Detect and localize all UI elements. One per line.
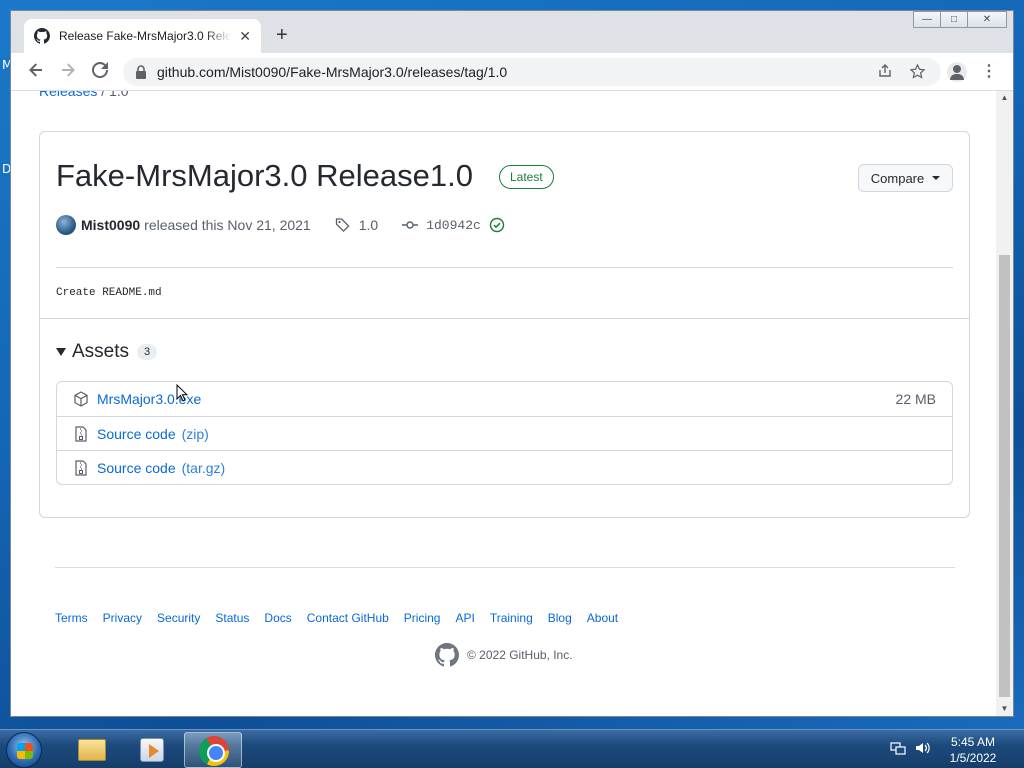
assets-list: MrsMajor3.0.exe 22 MB Source code (zip) … bbox=[56, 381, 953, 485]
github-logo-icon[interactable] bbox=[435, 643, 459, 667]
tag-link[interactable]: 1.0 bbox=[335, 217, 378, 233]
file-zip-icon bbox=[75, 459, 87, 476]
assets-toggle[interactable]: Assets 3 bbox=[56, 341, 158, 363]
footer-divider bbox=[55, 567, 955, 568]
latest-badge: Latest bbox=[499, 165, 554, 189]
close-window-button[interactable]: ✕ bbox=[967, 11, 1007, 28]
clock-time: 5:45 AM bbox=[950, 735, 996, 749]
assets-count-badge: 3 bbox=[137, 344, 158, 360]
profile-avatar-icon[interactable] bbox=[947, 62, 967, 82]
release-card: Fake-MrsMajor3.0 Release1.0 Latest Compa… bbox=[39, 131, 970, 518]
footer-link-security[interactable]: Security bbox=[157, 611, 200, 625]
footer-link-api[interactable]: API bbox=[455, 611, 474, 625]
footer-link-terms[interactable]: Terms bbox=[55, 611, 88, 625]
scroll-thumb[interactable] bbox=[999, 255, 1010, 697]
asset-row: Source code (tar.gz) bbox=[57, 450, 952, 484]
tag-label: 1.0 bbox=[358, 217, 379, 233]
breadcrumb-separator: / bbox=[101, 91, 106, 99]
footer-link-contact[interactable]: Contact GitHub bbox=[307, 611, 389, 625]
release-notes: Create README.md bbox=[56, 287, 162, 299]
network-icon[interactable] bbox=[890, 740, 906, 759]
kebab-menu-icon[interactable]: ⋮ bbox=[981, 62, 997, 82]
author-avatar[interactable] bbox=[56, 215, 76, 235]
tab-close-icon[interactable]: ✕ bbox=[239, 28, 251, 45]
browser-window: Release Fake-MrsMajor3.0 Release1.0 ✕ + … bbox=[10, 10, 1014, 717]
footer-link-privacy[interactable]: Privacy bbox=[103, 611, 142, 625]
back-arrow-icon[interactable] bbox=[26, 62, 46, 82]
assets-heading: Assets bbox=[72, 341, 130, 362]
taskbar-chrome[interactable] bbox=[184, 732, 242, 768]
package-icon bbox=[74, 391, 88, 407]
commit-link[interactable]: 1d0942c bbox=[402, 217, 505, 233]
asset-kind[interactable]: (tar.gz) bbox=[182, 460, 226, 476]
asset-row: Source code (zip) bbox=[57, 416, 952, 450]
footer-link-docs[interactable]: Docs bbox=[264, 611, 291, 625]
compare-button[interactable]: Compare bbox=[858, 164, 953, 192]
page-scrollbar[interactable]: ▲ ▼ bbox=[996, 91, 1013, 716]
compare-label: Compare bbox=[870, 170, 925, 186]
volume-icon[interactable] bbox=[914, 740, 930, 759]
browser-tab[interactable]: Release Fake-MrsMajor3.0 Release1.0 ✕ bbox=[24, 19, 261, 53]
folder-icon bbox=[78, 739, 106, 761]
reload-icon[interactable] bbox=[90, 62, 110, 82]
copyright-text: © 2022 GitHub, Inc. bbox=[467, 648, 573, 662]
share-icon[interactable] bbox=[877, 64, 893, 80]
asset-source-zip-link[interactable]: Source code bbox=[97, 426, 176, 442]
taskbar-media-player[interactable] bbox=[122, 732, 180, 768]
release-meta: Mist0090 released this Nov 21, 2021 1.0 … bbox=[56, 214, 505, 236]
address-bar[interactable]: github.com/Mist0090/Fake-MrsMajor3.0/rel… bbox=[123, 58, 941, 86]
footer-link-about[interactable]: About bbox=[587, 611, 618, 625]
mouse-cursor-icon bbox=[176, 384, 188, 402]
asset-size: 22 MB bbox=[895, 391, 936, 407]
scroll-down-arrow-icon[interactable]: ▼ bbox=[996, 702, 1013, 716]
github-release-page: Releases / 1.0 Fake-MrsMajor3.0 Release1… bbox=[11, 91, 997, 716]
author-link[interactable]: Mist0090 bbox=[81, 217, 140, 233]
browser-titlebar: Release Fake-MrsMajor3.0 Release1.0 ✕ + … bbox=[11, 11, 1013, 53]
chrome-icon bbox=[199, 736, 229, 766]
verified-check-icon bbox=[489, 217, 504, 233]
windows-taskbar: 5:45 AM 1/5/2022 bbox=[0, 729, 1024, 768]
footer-copyright: © 2022 GitHub, Inc. bbox=[435, 643, 573, 667]
new-tab-button[interactable]: + bbox=[276, 25, 288, 45]
maximize-button[interactable]: □ bbox=[940, 11, 968, 28]
forward-arrow-icon[interactable] bbox=[58, 62, 78, 82]
asset-kind[interactable]: (zip) bbox=[182, 426, 209, 442]
divider bbox=[56, 267, 953, 268]
breadcrumb: Releases / 1.0 bbox=[39, 91, 129, 99]
file-zip-icon bbox=[75, 425, 87, 442]
released-text: released this Nov 21, 2021 bbox=[144, 217, 311, 233]
window-controls: — □ ✕ bbox=[913, 11, 1007, 28]
footer-link-status[interactable]: Status bbox=[215, 611, 249, 625]
breadcrumb-current: 1.0 bbox=[109, 91, 129, 99]
taskbar-clock[interactable]: 5:45 AM 1/5/2022 bbox=[936, 734, 1010, 766]
divider bbox=[40, 318, 969, 319]
clock-date: 1/5/2022 bbox=[949, 751, 997, 765]
taskbar-explorer[interactable] bbox=[62, 732, 120, 768]
start-button[interactable] bbox=[6, 732, 42, 768]
tab-title: Release Fake-MrsMajor3.0 Release1.0 bbox=[59, 29, 231, 43]
bookmark-star-icon[interactable] bbox=[908, 63, 926, 80]
url-text: github.com/Mist0090/Fake-MrsMajor3.0/rel… bbox=[157, 64, 508, 80]
triangle-down-icon bbox=[56, 348, 66, 356]
asset-source-targz-link[interactable]: Source code bbox=[97, 460, 176, 476]
minimize-button[interactable]: — bbox=[913, 11, 941, 28]
breadcrumb-releases-link[interactable]: Releases bbox=[39, 91, 97, 99]
footer-link-pricing[interactable]: Pricing bbox=[404, 611, 441, 625]
system-tray bbox=[890, 740, 930, 759]
footer-link-training[interactable]: Training bbox=[490, 611, 533, 625]
media-player-icon bbox=[140, 738, 164, 762]
commit-sha: 1d0942c bbox=[426, 217, 481, 233]
footer-link-blog[interactable]: Blog bbox=[548, 611, 572, 625]
lock-icon bbox=[136, 65, 146, 79]
caret-down-icon bbox=[932, 176, 941, 180]
release-title[interactable]: Fake-MrsMajor3.0 Release1.0 bbox=[56, 158, 473, 194]
footer-links: Terms Privacy Security Status Docs Conta… bbox=[55, 611, 618, 625]
github-icon bbox=[34, 28, 50, 44]
asset-row: MrsMajor3.0.exe 22 MB bbox=[57, 382, 952, 416]
scroll-up-arrow-icon[interactable]: ▲ bbox=[996, 91, 1013, 105]
tag-icon bbox=[335, 218, 350, 233]
browser-toolbar: github.com/Mist0090/Fake-MrsMajor3.0/rel… bbox=[11, 53, 1013, 91]
git-commit-icon bbox=[402, 221, 419, 229]
